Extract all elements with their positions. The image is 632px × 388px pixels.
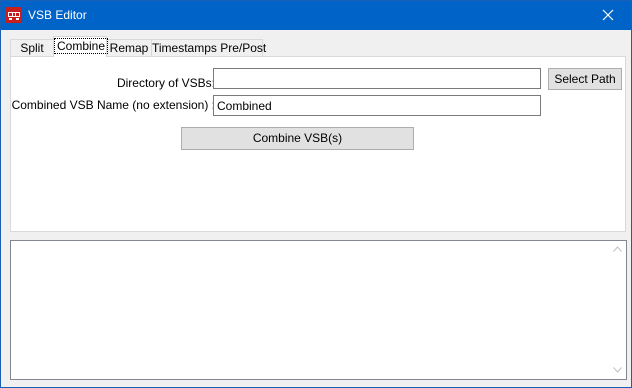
scroll-up-button[interactable] bbox=[609, 241, 626, 258]
vertical-scrollbar[interactable] bbox=[609, 241, 626, 379]
directory-label: Directory of VSBs: bbox=[116, 76, 215, 90]
combined-name-input[interactable] bbox=[213, 95, 541, 116]
tab-timestamps-pre-post[interactable]: Timestamps Pre/Post bbox=[151, 39, 267, 56]
output-text-area[interactable] bbox=[10, 240, 627, 380]
close-button[interactable] bbox=[585, 1, 631, 30]
combine-vsbs-button-label: Combine VSB(s) bbox=[252, 131, 343, 145]
window-title: VSB Editor bbox=[28, 8, 87, 22]
select-path-button[interactable]: Select Path bbox=[548, 68, 622, 90]
vsb-editor-window: VSB Editor Split Combine Remap Timestamp… bbox=[0, 0, 632, 388]
combine-vsbs-button[interactable]: Combine VSB(s) bbox=[181, 127, 414, 150]
vsb-app-icon bbox=[6, 7, 22, 23]
directory-input[interactable] bbox=[213, 68, 541, 89]
title-bar[interactable]: VSB Editor bbox=[1, 1, 631, 30]
select-path-button-label: Select Path bbox=[554, 72, 616, 86]
tab-split-label: Split bbox=[20, 41, 44, 55]
combine-tab-panel: Directory of VSBs: Select Path Combined … bbox=[10, 56, 626, 232]
tab-combine-label: Combine bbox=[54, 38, 109, 54]
tab-combine[interactable]: Combine bbox=[53, 36, 109, 57]
combined-name-label: Combined VSB Name (no extension) : bbox=[11, 98, 215, 112]
scroll-down-button[interactable] bbox=[609, 362, 626, 379]
tab-timestamps-pre-post-label: Timestamps Pre/Post bbox=[152, 41, 267, 55]
tab-remap[interactable]: Remap bbox=[106, 39, 152, 56]
tab-split[interactable]: Split bbox=[10, 39, 54, 56]
tab-remap-label: Remap bbox=[109, 41, 149, 55]
